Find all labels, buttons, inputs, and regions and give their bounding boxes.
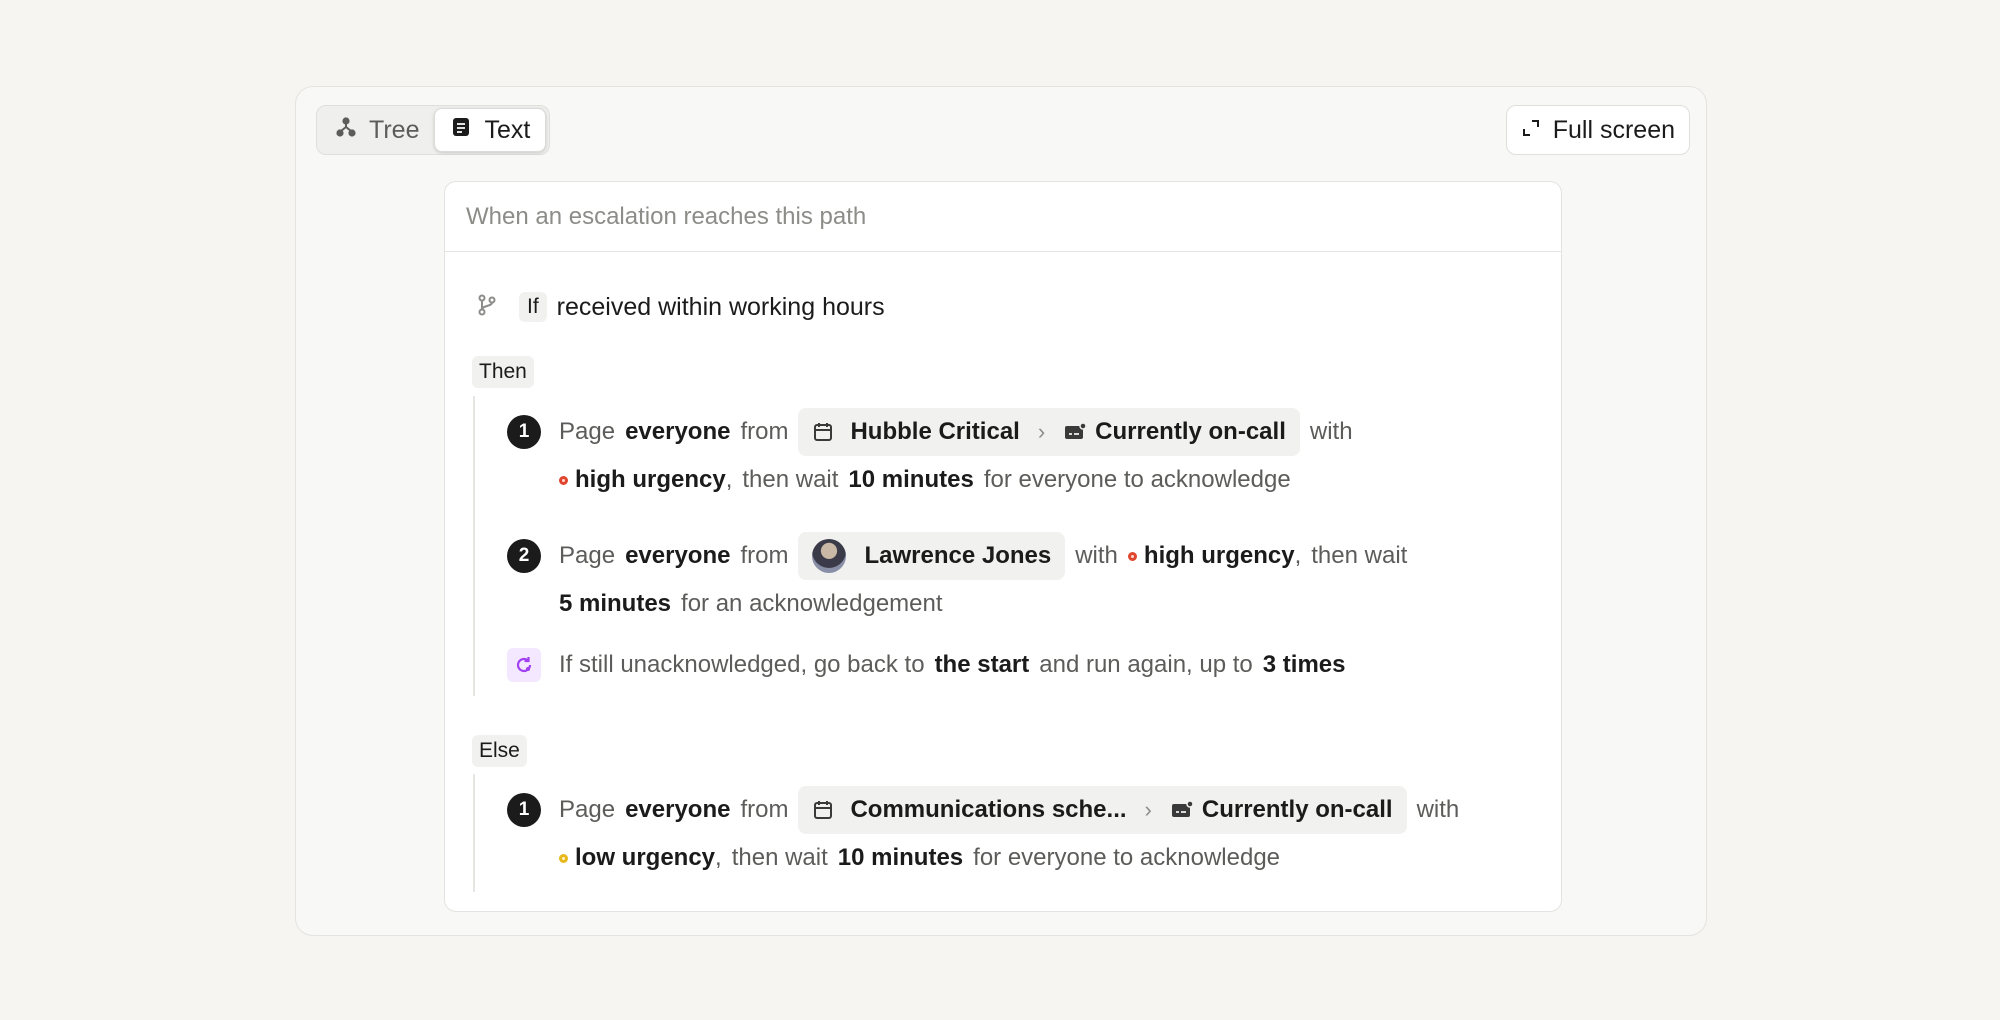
page-target[interactable]: everyone	[625, 418, 730, 446]
wait-duration[interactable]: 10 minutes	[848, 466, 973, 494]
then-badge: Then	[472, 356, 534, 388]
calendar-icon	[812, 799, 834, 821]
if-badge: If	[519, 292, 547, 322]
repeat-line: If still unacknowledged, go back to the …	[559, 641, 1345, 689]
expand-icon	[1521, 116, 1541, 145]
page-word: Page	[559, 796, 616, 823]
then-wait-text: then wait	[731, 844, 828, 871]
else-step-1-line-2: low urgency , then wait 10 minutes for e…	[559, 834, 1280, 882]
full-screen-label: Full screen	[1552, 115, 1675, 144]
with-word: with	[1309, 418, 1353, 445]
urgency-dot-icon	[1127, 551, 1137, 561]
from-word: from	[740, 796, 789, 823]
then-wait-text: then wait	[1311, 542, 1408, 569]
schedule-pill[interactable]: Hubble Critical › Currently on-call	[798, 408, 1300, 456]
escalation-path-panel: Tree Text Full screen When an escalation…	[295, 86, 1707, 936]
repeat-icon	[507, 648, 541, 682]
step-number: 1	[507, 415, 541, 449]
else-branch-line	[473, 774, 475, 892]
urgency-value[interactable]: low urgency	[575, 844, 715, 872]
step-number: 2	[507, 539, 541, 573]
then-step-2-line-2: 5 minutes for an acknowledgement	[559, 580, 943, 628]
chevron-right-icon: ›	[1144, 797, 1152, 822]
schedule-pill[interactable]: Communications sche... › Currently on-ca…	[798, 786, 1407, 834]
step-number: 1	[507, 793, 541, 827]
repeat-middle: and run again, up to	[1039, 651, 1253, 678]
avatar	[812, 539, 847, 573]
then-step-1-line-1: Page everyone from Hubble Critical › Cur…	[559, 408, 1353, 456]
from-word: from	[740, 418, 789, 445]
page-word: Page	[559, 542, 616, 569]
repeat-count[interactable]: 3 times	[1263, 651, 1346, 679]
ack-text: for an acknowledgement	[681, 590, 943, 617]
then-step-1-line-2: high urgency , then wait 10 minutes for …	[559, 456, 1291, 504]
then-step-2-line-1: Page everyone from Lawrence Jones with h…	[559, 532, 1407, 580]
tree-icon	[335, 116, 357, 145]
with-word: with	[1416, 796, 1460, 823]
urgency-value[interactable]: high urgency	[575, 466, 726, 494]
tab-text[interactable]: Text	[434, 108, 547, 152]
condition-row[interactable]: If received within working hours	[475, 292, 885, 322]
tab-tree[interactable]: Tree	[320, 108, 434, 152]
page-target[interactable]: everyone	[625, 542, 730, 570]
schedule-name: Communications sche...	[850, 796, 1127, 823]
schedule-name: Hubble Critical	[850, 418, 1020, 445]
ack-text: for everyone to acknowledge	[973, 844, 1281, 871]
path-header[interactable]: When an escalation reaches this path	[445, 182, 1561, 252]
branch-icon	[475, 293, 499, 322]
escalation-path-card: When an escalation reaches this path If …	[444, 181, 1562, 912]
then-branch-line	[473, 396, 475, 696]
view-toggle: Tree Text	[316, 105, 551, 155]
calendar-icon	[812, 421, 834, 443]
then-wait-text: then wait	[742, 466, 839, 493]
page-word: Page	[559, 418, 616, 445]
rota-icon	[1063, 421, 1087, 443]
user-name: Lawrence Jones	[864, 542, 1052, 569]
page-target[interactable]: everyone	[625, 796, 730, 824]
repeat-target[interactable]: the start	[935, 651, 1030, 679]
rota-name: Currently on-call	[1201, 796, 1393, 823]
rota-icon	[1170, 799, 1194, 821]
wait-duration[interactable]: 5 minutes	[559, 590, 671, 618]
urgency-dot-icon	[559, 475, 568, 485]
urgency-dot-icon	[559, 853, 568, 863]
tab-text-label: Text	[484, 115, 531, 144]
ack-text: for everyone to acknowledge	[983, 466, 1291, 493]
else-badge: Else	[472, 735, 527, 767]
urgency-value[interactable]: high urgency	[1144, 542, 1295, 570]
repeat-prefix: If still unacknowledged, go back to	[559, 651, 925, 678]
from-word: from	[740, 542, 789, 569]
condition-text: received within working hours	[556, 292, 885, 321]
rota-name: Currently on-call	[1095, 418, 1286, 445]
chevron-right-icon: ›	[1037, 419, 1046, 444]
else-step-1-line-1: Page everyone from Communications sche..…	[559, 786, 1459, 834]
wait-duration[interactable]: 10 minutes	[838, 844, 963, 872]
tab-tree-label: Tree	[369, 115, 420, 144]
text-doc-icon	[450, 116, 472, 145]
full-screen-button[interactable]: Full screen	[1505, 105, 1690, 155]
user-pill[interactable]: Lawrence Jones	[798, 532, 1066, 580]
with-word: with	[1075, 542, 1118, 569]
